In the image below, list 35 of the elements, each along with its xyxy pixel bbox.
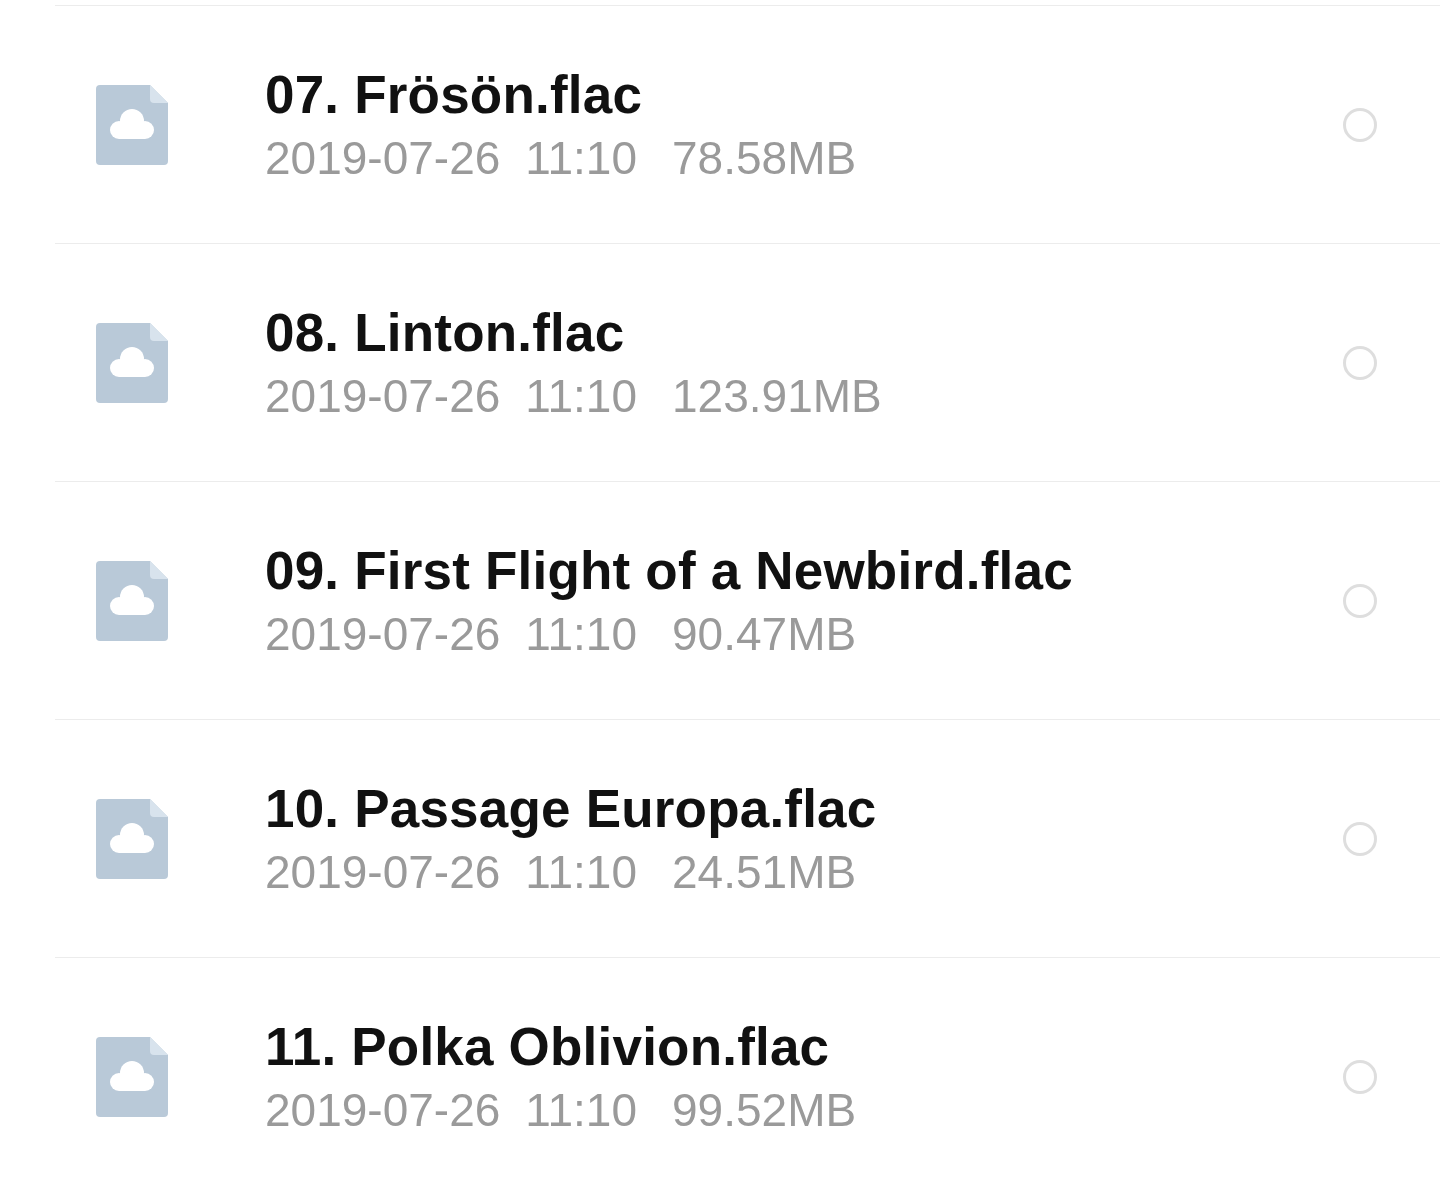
file-time: 11:10 xyxy=(525,368,637,423)
cloud-file-icon xyxy=(96,1036,168,1117)
file-date: 2019-07-26 xyxy=(265,130,501,185)
file-row[interactable]: 10. Passage Europa.flac 2019-07-26 11:10 24.51MB xyxy=(55,719,1440,957)
file-time: 11:10 xyxy=(525,606,637,661)
file-row[interactable]: 09. First Flight of a Newbird.flac 2019-07-26 11:10 90.47MB xyxy=(55,481,1440,719)
cloud-file-icon xyxy=(96,84,168,165)
file-time: 11:10 xyxy=(525,844,637,899)
file-date: 2019-07-26 xyxy=(265,1082,501,1137)
cloud-file-icon xyxy=(96,798,168,879)
file-row[interactable]: 08. Linton.flac 2019-07-26 11:10 123.91MB xyxy=(55,243,1440,481)
file-date: 2019-07-26 xyxy=(265,606,501,661)
cloud-file-icon xyxy=(96,322,168,403)
file-size: 78.58MB xyxy=(672,130,857,185)
file-time: 11:10 xyxy=(525,130,637,185)
file-name: 07. Frösön.flac xyxy=(265,64,643,125)
select-radio[interactable] xyxy=(1343,345,1377,380)
file-size: 123.91MB xyxy=(672,368,882,423)
select-radio[interactable] xyxy=(1343,1059,1377,1094)
file-time: 11:10 xyxy=(525,1082,637,1137)
file-name: 08. Linton.flac xyxy=(265,302,625,363)
file-date: 2019-07-26 xyxy=(265,368,501,423)
file-name: 09. First Flight of a Newbird.flac xyxy=(265,540,1073,601)
file-row[interactable]: 11. Polka Oblivion.flac 2019-07-26 11:10 99.52MB xyxy=(55,957,1440,1195)
select-radio[interactable] xyxy=(1343,107,1377,142)
file-size: 90.47MB xyxy=(672,606,857,661)
file-name: 11. Polka Oblivion.flac xyxy=(265,1016,830,1077)
file-date: 2019-07-26 xyxy=(265,844,501,899)
file-size: 24.51MB xyxy=(672,844,857,899)
file-size: 99.52MB xyxy=(672,1082,857,1137)
cloud-file-icon xyxy=(96,560,168,641)
file-name: 10. Passage Europa.flac xyxy=(265,778,877,839)
file-row[interactable]: 07. Frösön.flac 2019-07-26 11:10 78.58MB xyxy=(55,5,1440,243)
select-radio[interactable] xyxy=(1343,821,1377,856)
select-radio[interactable] xyxy=(1343,583,1377,618)
